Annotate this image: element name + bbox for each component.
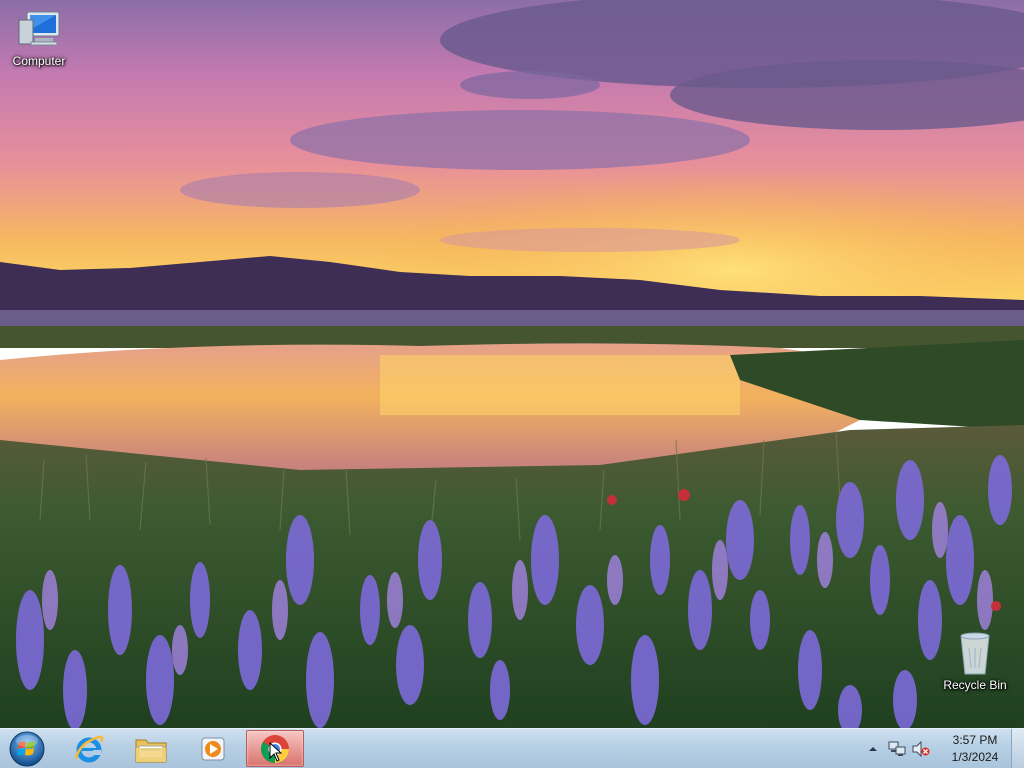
windows-orb-icon (9, 731, 45, 766)
show-hidden-icons-button[interactable] (864, 740, 882, 758)
taskbar-windows-explorer[interactable] (122, 730, 180, 767)
folder-icon (135, 739, 167, 762)
desktop-icon-label: Recycle Bin (943, 678, 1007, 692)
recycle-bin-icon (960, 632, 990, 675)
network-tray-button[interactable] (888, 740, 906, 758)
volume-muted-icon (912, 740, 930, 757)
desktop-icon-label: Computer (12, 54, 66, 68)
taskbar: 3:57 PM 1/3/2024 (0, 728, 1024, 768)
start-button[interactable] (0, 730, 54, 767)
media-player-icon (201, 737, 225, 760)
chevron-up-icon (869, 746, 877, 751)
desktop-icon-recycle-bin[interactable]: Recycle Bin (938, 630, 1012, 692)
wallpaper-image (0, 0, 1024, 728)
network-icon (888, 741, 906, 756)
clock-time: 3:57 PM (952, 732, 998, 747)
desktop-icon-computer[interactable]: Computer (2, 8, 76, 68)
taskbar-google-chrome[interactable] (246, 730, 304, 767)
volume-tray-button[interactable] (912, 740, 930, 758)
show-desktop-button[interactable] (1011, 729, 1024, 768)
desktop[interactable]: Computer Recycle Bin (0, 0, 1024, 728)
taskbar-media-player[interactable] (184, 730, 242, 767)
clock-date: 1/3/2024 (951, 749, 999, 764)
taskbar-clock[interactable]: 3:57 PM 1/3/2024 (940, 732, 1010, 766)
mouse-cursor-icon (269, 742, 283, 762)
system-tray: 3:57 PM 1/3/2024 (864, 729, 1010, 768)
computer-icon (18, 11, 60, 46)
internet-explorer-icon (74, 735, 104, 762)
taskbar-internet-explorer[interactable] (60, 730, 118, 767)
